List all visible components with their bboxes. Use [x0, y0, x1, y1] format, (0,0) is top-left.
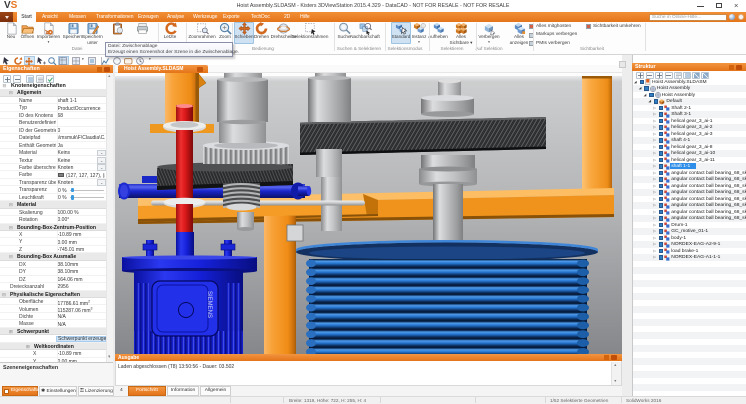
svg-text:SIEMENS: SIEMENS [206, 291, 212, 318]
